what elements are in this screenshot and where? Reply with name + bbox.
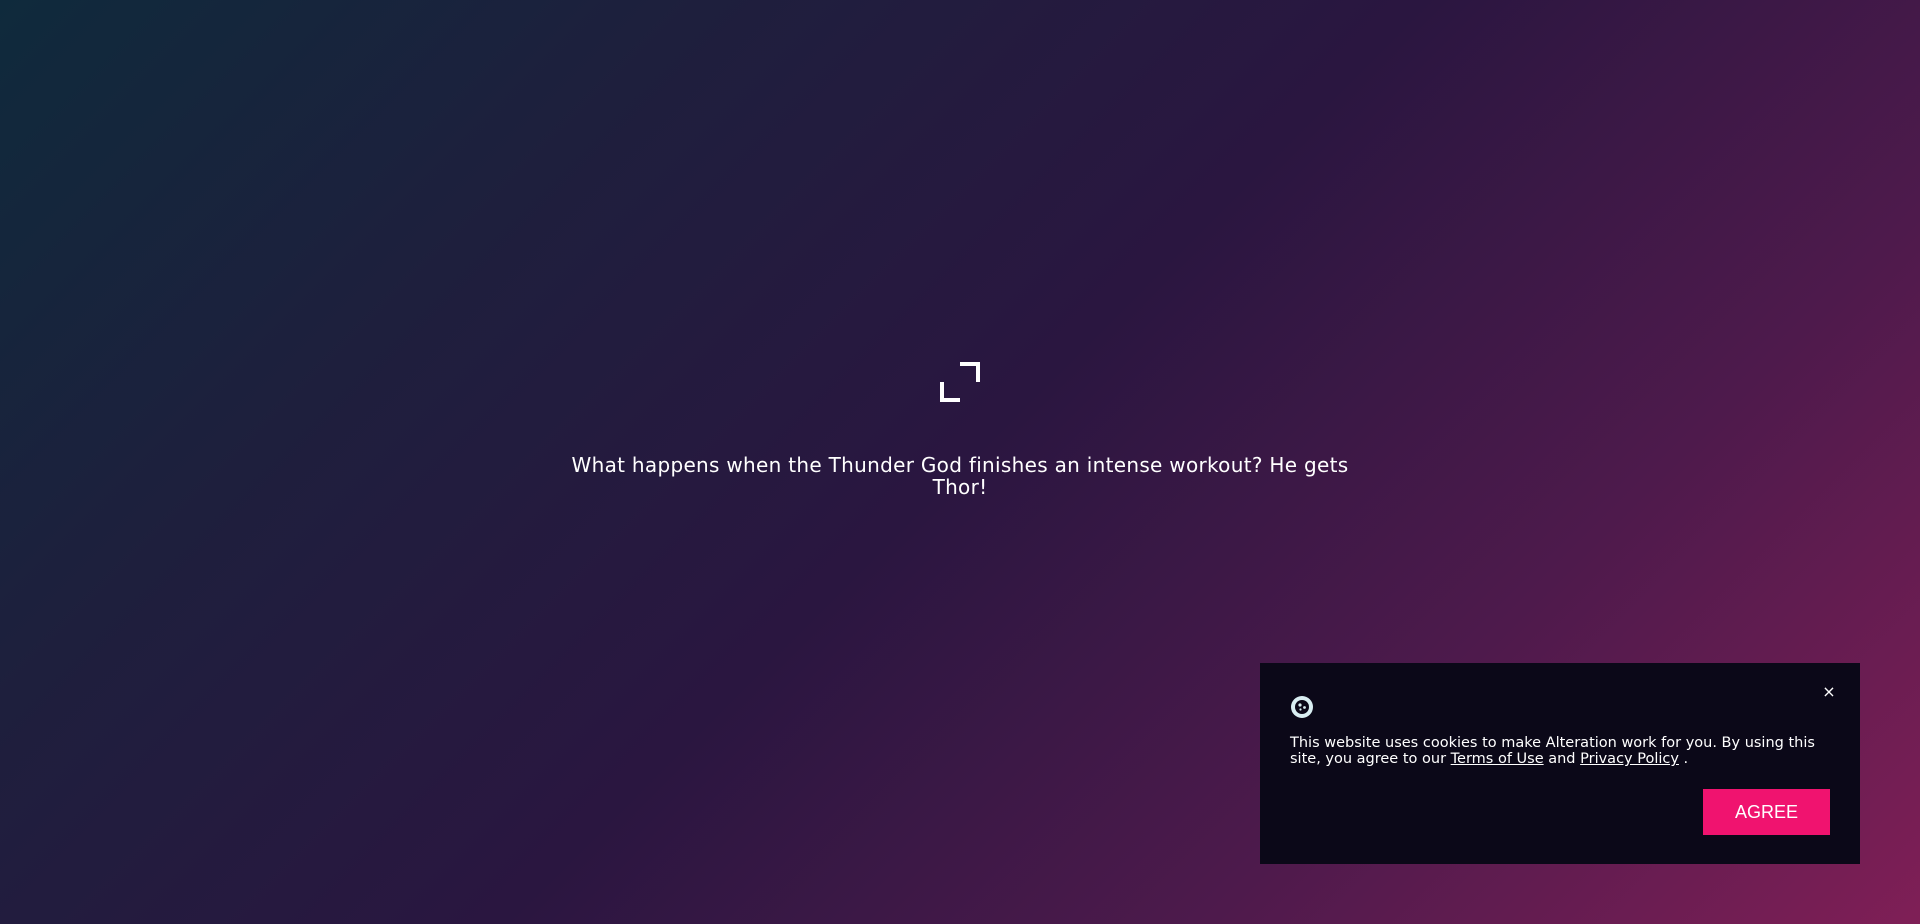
cookie-message: This website uses cookies to make Altera… [1290,735,1830,767]
privacy-policy-link[interactable]: Privacy Policy [1580,751,1679,767]
close-button[interactable]: × [1818,681,1840,703]
expand-corners-icon [940,362,980,402]
cookie-text-part: . [1678,751,1689,767]
joke-text: What happens when the Thunder God finish… [571,453,1349,499]
cookie-text-part: and [1543,751,1581,767]
agree-button[interactable]: AGREE [1703,789,1830,835]
cookie-icon [1291,696,1313,718]
terms-of-use-link[interactable]: Terms of Use [1451,751,1544,767]
cookie-banner: × This website uses cookies to make Alte… [1260,663,1860,864]
